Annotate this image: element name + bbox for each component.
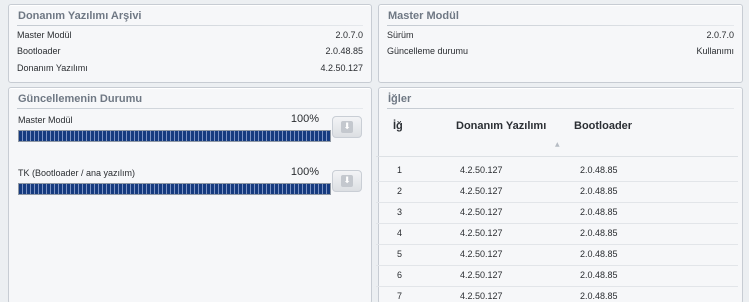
progress-bar-tk [18, 183, 331, 195]
download-icon: ⬇ [341, 175, 353, 187]
table-row[interactable]: 2 4.2.50.127 2.0.48.85 [376, 181, 738, 203]
column-header-firmware[interactable]: Donanım Yazılımı [456, 120, 546, 132]
progress-label-tk: TK (Bootloader / ana yazılım) [18, 168, 136, 178]
nodes-title: İğler [388, 93, 412, 105]
bootloader-cell: 2.0.48.85 [580, 249, 618, 259]
firmware-archive-panel: Donanım Yazılımı Arşivi Master Modül 2.0… [8, 4, 372, 83]
archive-row-firmware: Donanım Yazılımı 4.2.50.127 [17, 61, 363, 75]
master-label: Sürüm [387, 30, 414, 40]
node-id-cell: 7 [397, 291, 403, 301]
column-header-bootloader[interactable]: Bootloader [574, 120, 632, 132]
archive-label: Master Modül [17, 30, 72, 40]
progress-percent: 100% [290, 166, 319, 178]
master-row-version: Sürüm 2.0.7.0 [387, 28, 734, 42]
firmware-cell: 4.2.50.127 [460, 207, 503, 217]
firmware-update-screen: Donanım Yazılımı Arşivi Master Modül 2.0… [0, 0, 749, 302]
bootloader-cell: 2.0.48.85 [580, 270, 618, 280]
bootloader-cell: 2.0.48.85 [580, 186, 618, 196]
node-id-cell: 5 [397, 249, 403, 259]
master-module-panel: Master Modül Sürüm 2.0.7.0 Güncelleme du… [378, 4, 743, 83]
title-divider [17, 108, 363, 109]
title-divider [387, 25, 734, 26]
firmware-cell: 4.2.50.127 [460, 291, 503, 301]
node-id-cell: 3 [397, 207, 403, 217]
table-header-divider [376, 156, 738, 157]
table-row[interactable]: 6 4.2.50.127 2.0.48.85 [376, 265, 738, 287]
node-id-cell: 6 [397, 270, 403, 280]
download-button-tk[interactable]: ⬇ [332, 170, 362, 192]
bootloader-cell: 2.0.48.85 [580, 207, 618, 217]
table-row[interactable]: 1 4.2.50.127 2.0.48.85 [376, 160, 738, 182]
title-divider [387, 108, 734, 109]
table-row[interactable]: 7 4.2.50.127 2.0.48.85 [376, 286, 738, 302]
firmware-cell: 4.2.50.127 [460, 270, 503, 280]
master-value: Kullanımı [696, 46, 734, 56]
bootloader-cell: 2.0.48.85 [580, 228, 618, 238]
node-id-cell: 1 [397, 165, 403, 175]
master-row-update-status: Güncelleme durumu Kullanımı [387, 44, 734, 58]
download-button-master-module[interactable]: ⬇ [332, 116, 362, 138]
update-status-title: Güncellemenin Durumu [18, 93, 143, 105]
table-row[interactable]: 3 4.2.50.127 2.0.48.85 [376, 202, 738, 224]
archive-label: Donanım Yazılımı [17, 63, 88, 73]
table-row[interactable]: 5 4.2.50.127 2.0.48.85 [376, 244, 738, 266]
progress-percent: 100% [290, 113, 319, 125]
archive-label: Bootloader [17, 46, 61, 56]
archive-row-master-module: Master Modül 2.0.7.0 [17, 28, 363, 42]
firmware-cell: 4.2.50.127 [460, 165, 503, 175]
node-id-cell: 4 [397, 228, 403, 238]
firmware-cell: 4.2.50.127 [460, 186, 503, 196]
archive-row-bootloader: Bootloader 2.0.48.85 [17, 44, 363, 58]
progress-label-master-module: Master Modül [18, 115, 73, 125]
progress-fill [19, 184, 330, 194]
node-id-cell: 2 [397, 186, 403, 196]
table-row[interactable]: 4 4.2.50.127 2.0.48.85 [376, 223, 738, 245]
archive-value: 2.0.48.85 [325, 46, 363, 56]
bootloader-cell: 2.0.48.85 [580, 165, 618, 175]
master-label: Güncelleme durumu [387, 46, 469, 56]
archive-value: 2.0.7.0 [335, 30, 363, 40]
master-value: 2.0.7.0 [706, 30, 734, 40]
progress-bar-master-module [18, 130, 331, 142]
title-divider [17, 25, 363, 26]
bootloader-cell: 2.0.48.85 [580, 291, 618, 301]
archive-value: 4.2.50.127 [320, 63, 363, 73]
master-module-title: Master Modül [388, 10, 459, 22]
sort-up-icon: ▲ [555, 141, 560, 148]
column-header-node[interactable]: İğ [393, 120, 403, 132]
progress-fill [19, 131, 330, 141]
download-icon: ⬇ [341, 121, 353, 133]
firmware-cell: 4.2.50.127 [460, 228, 503, 238]
update-status-panel: Güncellemenin Durumu Master Modül 100% ⬇… [8, 87, 372, 302]
firmware-archive-title: Donanım Yazılımı Arşivi [18, 10, 142, 22]
firmware-cell: 4.2.50.127 [460, 249, 503, 259]
